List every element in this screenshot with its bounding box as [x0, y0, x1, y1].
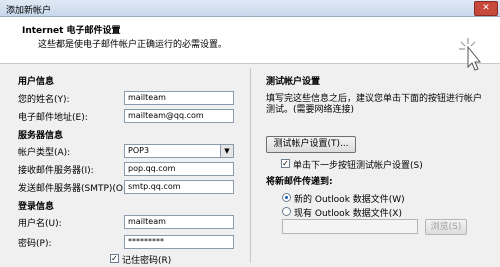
account-type-label: 帐户类型(A):: [18, 148, 71, 158]
username-label: 用户名(U):: [18, 219, 62, 229]
remember-password-checkbox[interactable]: ✓: [110, 254, 119, 263]
name-input[interactable]: mailteam: [124, 91, 234, 105]
window-title: 添加新帐户: [6, 6, 52, 16]
test-account-button[interactable]: 测试帐户设置(T)...: [266, 136, 356, 153]
test-settings-heading: 测试帐户设置: [266, 77, 321, 87]
email-label: 电子邮件地址(E):: [18, 113, 88, 123]
title-bar: 添加新帐户 ✕: [0, 0, 500, 17]
chevron-down-icon[interactable]: ▼: [220, 145, 233, 157]
existing-data-file-label: 现有 Outlook 数据文件(X): [294, 209, 402, 219]
test-description-line2: 测试。(需要网络连接): [266, 105, 355, 115]
server-info-heading: 服务器信息: [18, 131, 64, 141]
header-description: 这些都是使电子邮件帐户正确运行的必需设置。: [38, 40, 228, 50]
close-button[interactable]: ✕: [474, 1, 498, 16]
incoming-server-label: 接收邮件服务器(I):: [18, 166, 94, 176]
outgoing-server-input[interactable]: smtp.qq.com: [124, 180, 234, 194]
incoming-server-input[interactable]: pop.qq.com: [124, 162, 234, 176]
outgoing-server-label: 发送邮件服务器(SMTP)(O):: [18, 184, 130, 194]
wizard-cursor-icon: [459, 38, 482, 71]
header-title: Internet 电子邮件设置: [22, 26, 121, 36]
email-input[interactable]: mailteam@qq.com: [124, 109, 234, 123]
wizard-header: Internet 电子邮件设置 这些都是使电子邮件帐户正确运行的必需设置。: [0, 17, 500, 71]
new-data-file-radio[interactable]: [282, 193, 291, 202]
column-divider: [250, 68, 251, 263]
data-file-path-input[interactable]: [282, 219, 418, 234]
username-input[interactable]: mailteam: [124, 215, 234, 229]
password-label: 密码(P):: [18, 239, 52, 249]
new-data-file-label: 新的 Outlook 数据文件(W): [294, 195, 405, 205]
deliver-heading: 将新邮件传递到:: [266, 177, 333, 187]
account-type-select[interactable]: POP3 ▼: [124, 144, 234, 158]
auto-test-label: 单击下一步按钮测试帐户设置(S): [293, 161, 423, 171]
login-info-heading: 登录信息: [18, 202, 55, 212]
account-type-value: POP3: [128, 146, 150, 155]
browse-button[interactable]: 浏览(S): [425, 219, 467, 235]
existing-data-file-radio[interactable]: [282, 207, 291, 216]
auto-test-checkbox[interactable]: ✓: [281, 159, 290, 168]
user-info-heading: 用户信息: [18, 77, 55, 87]
password-input[interactable]: *********: [124, 235, 234, 249]
name-label: 您的姓名(Y):: [18, 95, 70, 105]
remember-password-label: 记住密码(R): [122, 256, 172, 266]
